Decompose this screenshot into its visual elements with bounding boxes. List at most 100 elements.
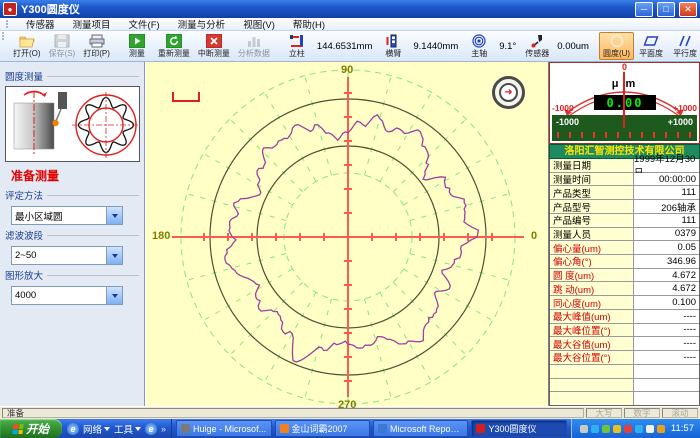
quick-launch-tools[interactable]: 工具 <box>114 422 141 436</box>
mode-button-0[interactable]: 圆度(U) <box>599 32 634 60</box>
menu-item-3[interactable]: 测量与分析 <box>170 17 234 31</box>
task-button-0[interactable]: Huige - Microsof... <box>176 420 271 437</box>
field-label-2: 图形放大 <box>5 268 43 282</box>
arrow-right-icon: ➜ <box>504 88 512 98</box>
folder-open-icon <box>19 34 35 48</box>
toolbar-measure-group: 测量重新测量中断测量分析数据 <box>120 32 274 60</box>
roundness-group-title: 圆度测量 <box>5 69 139 83</box>
status-caps-indicator: 大写 <box>586 408 622 418</box>
axis-readout-value-0: 144.6531mm <box>317 41 376 52</box>
measure-button-1[interactable]: 重新测量 <box>154 32 194 60</box>
roundness-group-label: 圆度测量 <box>5 69 43 83</box>
tray-icon-2[interactable] <box>602 425 610 433</box>
field-label-1: 滤波波段 <box>5 228 43 242</box>
field-title-0: 评定方法 <box>5 188 139 202</box>
dropdown-button[interactable] <box>106 247 122 264</box>
file-button-2[interactable]: 打印(P) <box>79 32 114 60</box>
table-row-label-6: 偏心量(um) <box>550 241 634 254</box>
tray-icon-7[interactable] <box>657 425 665 433</box>
ie-icon[interactable]: e <box>67 423 79 435</box>
table-row-10: 同心度(um)0.100 <box>550 296 699 310</box>
ie-icon[interactable]: e <box>145 423 157 435</box>
start-button[interactable]: 开始 <box>0 419 62 438</box>
quick-launch-network-label: 网络 <box>83 422 102 436</box>
chart-icon <box>246 34 262 48</box>
menu-grip <box>6 20 11 28</box>
target-button[interactable]: ➜ <box>492 76 525 109</box>
table-row-value-14: ---- <box>634 351 699 364</box>
table-row-value-3: 206轴承 <box>634 200 699 213</box>
close-button[interactable]: ✕ <box>679 2 697 17</box>
field-title-line <box>47 195 139 196</box>
toolbar-readouts-group: 立柱144.6531mm横臂9.1440mm主轴9.1°传感器0.00um <box>280 32 593 60</box>
dropdown-button[interactable] <box>106 287 122 304</box>
stop-icon <box>206 34 222 48</box>
task-button-3[interactable]: Y300圆度仪 <box>471 420 566 437</box>
table-row-label-9: 跳 动(um) <box>550 282 634 295</box>
table-row-value-16 <box>634 379 699 392</box>
axis-readout-value-2: 9.1° <box>499 41 520 52</box>
tray-icon-5[interactable] <box>635 425 643 433</box>
axis-button-2[interactable]: 主轴 <box>462 33 496 60</box>
table-row-label-13: 最大谷值(um) <box>550 337 634 350</box>
tray-icon-4[interactable] <box>624 425 632 433</box>
mode-button-2[interactable]: 平行度 <box>668 32 700 60</box>
measurement-illustration <box>5 86 140 162</box>
measure-button-0[interactable]: 测量 <box>120 32 154 60</box>
file-button-0[interactable]: 打开(O) <box>9 32 45 60</box>
task-button-1[interactable]: 金山词霸2007 <box>275 420 370 437</box>
tray-icon-1[interactable] <box>591 425 599 433</box>
column-icon <box>289 34 305 48</box>
axis-button-3[interactable]: 传感器 <box>520 33 554 60</box>
axis-button-1[interactable]: 横臂 <box>376 33 410 60</box>
taskbar-tasks: Huige - Microsof... 金山词霸2007 Microsoft Rep… <box>172 419 571 438</box>
maximize-button[interactable]: □ <box>657 2 675 17</box>
file-button-1: 保存(S) <box>45 32 80 60</box>
task-button-label-1: 金山词霸2007 <box>292 422 348 435</box>
table-row-label-8: 圆 度(um) <box>550 269 634 282</box>
axis-readout-3: 传感器0.00um <box>520 32 593 60</box>
menu-item-4[interactable]: 视图(V) <box>235 17 283 31</box>
field-dropdown-1[interactable]: 2~50 <box>11 246 123 265</box>
mode-button-1[interactable]: 平面度 <box>634 32 668 60</box>
menu-item-5[interactable]: 帮助(H) <box>285 17 333 31</box>
task-button-2[interactable]: Microsoft Reposi... <box>373 420 468 437</box>
chevron-down-icon <box>112 214 118 221</box>
status-num-indicator: 数字 <box>624 408 660 418</box>
floppy-icon <box>54 34 70 48</box>
tray-icon-6[interactable] <box>646 425 654 433</box>
angle-label-270: 270 <box>338 399 356 411</box>
taskbar: 开始 e 网络 工具 e » Huige - Microsof... 金山词霸20… <box>0 419 700 438</box>
toolbar: 打开(O)保存(S)打印(P) 测量重新测量中断测量分析数据 立柱144.653… <box>0 31 700 62</box>
table-row-2: 产品类型111 <box>550 186 699 200</box>
axis-button-0-label: 立柱 <box>289 48 305 59</box>
menu-item-2[interactable]: 文件(F) <box>121 17 168 31</box>
window-icon <box>181 424 190 433</box>
minimize-button[interactable]: ─ <box>635 2 653 17</box>
field-dropdown-0[interactable]: 最小区域圆 <box>11 206 123 225</box>
menu-item-1[interactable]: 测量项目 <box>65 17 119 31</box>
gauge-needle <box>623 72 625 128</box>
table-row-label-14: 最大谷位置(°) <box>550 351 634 364</box>
table-row-value-10: 0.100 <box>634 296 699 309</box>
tray-icon-3[interactable] <box>613 425 621 433</box>
quick-launch-network[interactable]: 网络 <box>83 422 110 436</box>
taskbar-clock: 11:57 <box>671 423 694 434</box>
field-label-0: 评定方法 <box>5 188 43 202</box>
field-dropdown-2[interactable]: 4000 <box>11 286 123 305</box>
dropdown-button[interactable] <box>106 207 122 224</box>
table-row-value-4: 111 <box>634 214 699 227</box>
menu-item-0[interactable]: 传感器 <box>18 17 63 31</box>
table-row-value-7: 346.96 <box>634 255 699 268</box>
field-dropdown-value-2: 4000 <box>12 287 106 304</box>
tray-icon-0[interactable] <box>580 425 588 433</box>
table-row-label-16 <box>550 379 634 392</box>
file-button-1-label: 保存(S) <box>49 48 76 59</box>
table-row-4: 产品编号111 <box>550 214 699 228</box>
measure-button-2[interactable]: 中断测量 <box>194 32 234 60</box>
axis-button-0[interactable]: 立柱 <box>280 33 314 60</box>
overflow-chevron-icon[interactable]: » <box>161 424 166 434</box>
table-row-value-1: 00:00:00 <box>634 173 699 186</box>
table-row-value-5: 0379 <box>634 228 699 241</box>
table-row-9: 跳 动(um)4.672 <box>550 282 699 296</box>
